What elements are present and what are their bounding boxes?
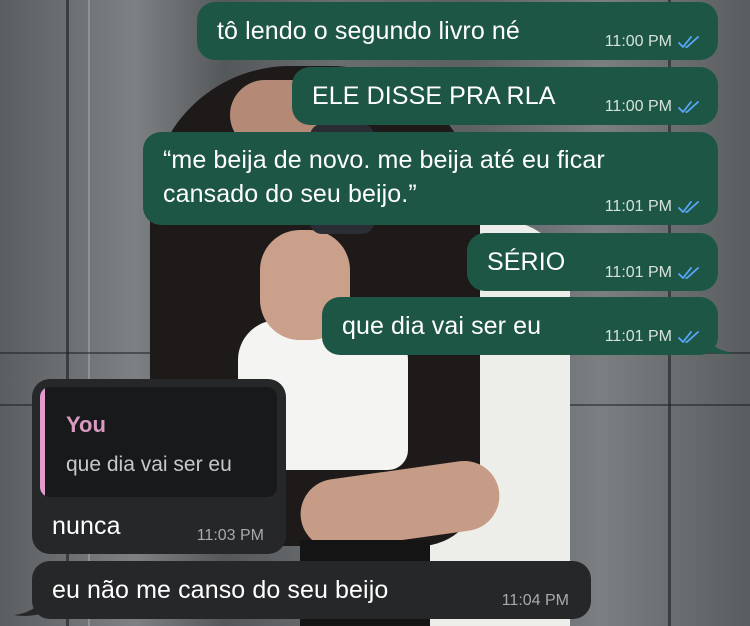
- message-meta: 11:01 PM: [605, 264, 700, 282]
- message-time: 11:01 PM: [604, 198, 672, 215]
- message-meta: 11:00 PM: [605, 33, 700, 51]
- message-meta: 11:04 PM: [502, 592, 569, 610]
- message-text: que dia vai ser eu: [342, 312, 542, 340]
- reply-accent-bar: [40, 387, 45, 497]
- message-time: 11:03 PM: [196, 527, 264, 544]
- outgoing-message[interactable]: que dia vai ser eu 11:01 PM: [322, 297, 718, 355]
- message-meta: 11:03 PM: [197, 527, 264, 545]
- double-check-icon: [678, 201, 699, 213]
- message-text: ELE DISSE PRA RLA: [312, 82, 556, 110]
- quoted-reply[interactable]: You que dia vai ser eu: [40, 387, 277, 497]
- message-time: 11:04 PM: [501, 592, 569, 609]
- outgoing-message[interactable]: “me beija de novo. me beija até eu ficar…: [143, 132, 718, 225]
- reply-author: You: [66, 412, 106, 437]
- message-meta: 11:01 PM: [605, 328, 700, 346]
- message-list[interactable]: tô lendo o segundo livro né 11:00 PM ELE…: [0, 0, 750, 626]
- double-check-icon: [678, 36, 699, 48]
- outgoing-message[interactable]: tô lendo o segundo livro né 11:00 PM: [197, 2, 718, 60]
- outgoing-message[interactable]: SÉRIO 11:01 PM: [467, 233, 718, 291]
- message-time: 11:00 PM: [604, 33, 672, 50]
- message-text: tô lendo o segundo livro né: [217, 17, 520, 45]
- message-text: SÉRIO: [487, 248, 566, 276]
- double-check-icon: [678, 267, 699, 279]
- double-check-icon: [678, 331, 699, 343]
- message-meta: 11:01 PM: [605, 198, 700, 216]
- message-time: 11:00 PM: [604, 98, 672, 115]
- double-check-icon: [678, 101, 699, 113]
- message-time: 11:01 PM: [604, 328, 672, 345]
- outgoing-message[interactable]: ELE DISSE PRA RLA 11:00 PM: [292, 67, 718, 125]
- incoming-message[interactable]: You que dia vai ser eu nunca 11:03 PM: [32, 379, 286, 554]
- message-time: 11:01 PM: [604, 264, 672, 281]
- message-meta: 11:00 PM: [605, 98, 700, 116]
- message-text-line: “me beija de novo. me beija até eu ficar: [163, 146, 605, 174]
- message-text: eu não me canso do seu beijo: [52, 576, 389, 604]
- message-text: nunca: [52, 512, 121, 540]
- message-text-line: cansado do seu beijo.”: [163, 180, 417, 208]
- incoming-message[interactable]: eu não me canso do seu beijo 11:04 PM: [32, 561, 591, 619]
- reply-text: que dia vai ser eu: [66, 453, 232, 476]
